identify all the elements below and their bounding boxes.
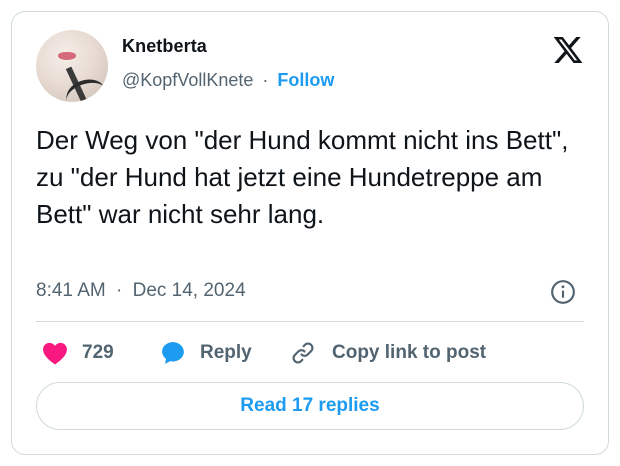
speech-bubble-icon [162,342,184,364]
copy-link-button[interactable]: Copy link to post [290,338,486,368]
info-icon[interactable] [550,279,576,305]
timestamp[interactable]: 8:41 AM · Dec 14, 2024 [36,280,246,302]
x-logo-icon[interactable] [552,34,584,66]
separator-dot: · [116,280,123,301]
avatar[interactable] [36,30,108,102]
heart-icon [43,342,67,365]
like-count: 729 [82,342,114,363]
link-icon [292,342,314,364]
copy-link-label: Copy link to post [332,342,487,363]
divider [36,321,584,322]
tweet-text: Der Weg von "der Hund kommt nicht ins Be… [36,125,569,229]
post-date[interactable]: Dec 14, 2024 [133,280,246,301]
read-replies-button[interactable]: Read 17 replies [36,382,584,430]
reply-label: Reply [200,342,252,363]
post-time[interactable]: 8:41 AM [36,280,106,301]
author-handle-row: @KopfVollKnete · Follow [122,70,334,91]
reply-button[interactable]: Reply [160,338,252,368]
like-button[interactable]: 729 [42,338,114,368]
author-name[interactable]: Knetberta [122,36,207,57]
author-handle[interactable]: @KopfVollKnete [122,70,253,90]
tweet-card: Knetberta @KopfVollKnete · Follow Der We… [11,11,609,455]
follow-button[interactable]: Follow [277,70,334,90]
separator-dot: · [262,70,269,90]
